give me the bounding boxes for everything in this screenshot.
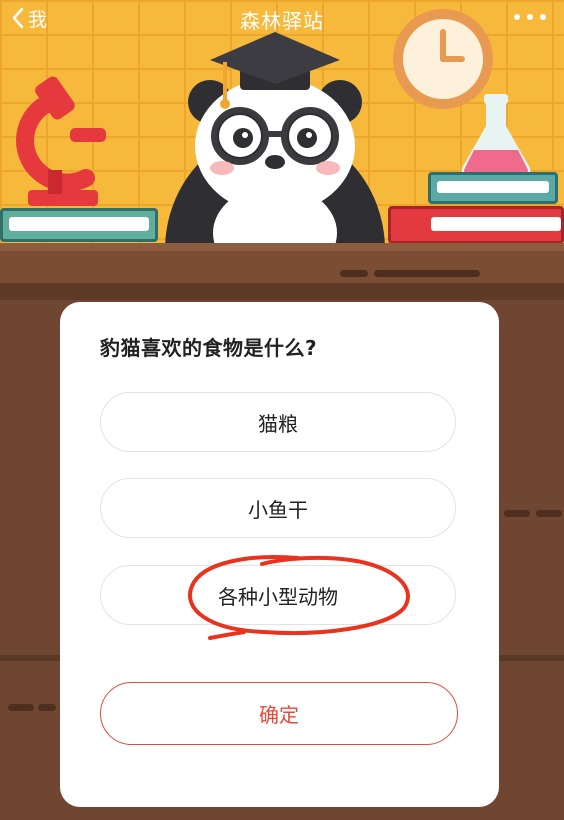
answer-option-3[interactable]: 各种小型动物 [100, 565, 456, 625]
quiz-question: 豹猫喜欢的食物是什么? [100, 336, 318, 360]
more-dot-icon [540, 14, 546, 20]
wood-groove [504, 510, 530, 517]
shelf-groove [374, 270, 480, 277]
banner-illustration [0, 0, 564, 300]
more-dot-icon [527, 14, 533, 20]
wood-groove [8, 704, 34, 711]
more-options-button[interactable] [514, 6, 546, 28]
navigation-bar: 我 森林驿站 [0, 0, 564, 36]
answer-option-1[interactable]: 猫粮 [100, 392, 456, 452]
quiz-card: 豹猫喜欢的食物是什么? 猫粮 小鱼干 各种小型动物 确定 [60, 302, 499, 807]
wood-groove [536, 510, 562, 517]
book-red-right [388, 206, 564, 244]
page-title: 森林驿站 [240, 9, 324, 33]
shelf-edge [0, 283, 564, 300]
microscope-icon [16, 76, 106, 206]
shelf-groove [340, 270, 368, 277]
flask-icon [461, 94, 531, 176]
confirm-button[interactable]: 确定 [100, 682, 458, 745]
answer-option-2[interactable]: 小鱼干 [100, 478, 456, 538]
book-green-right [428, 172, 558, 204]
more-dot-icon [514, 14, 520, 20]
panda-illustration [165, 32, 385, 250]
book-stack-left [0, 208, 158, 242]
wood-groove [38, 704, 56, 711]
